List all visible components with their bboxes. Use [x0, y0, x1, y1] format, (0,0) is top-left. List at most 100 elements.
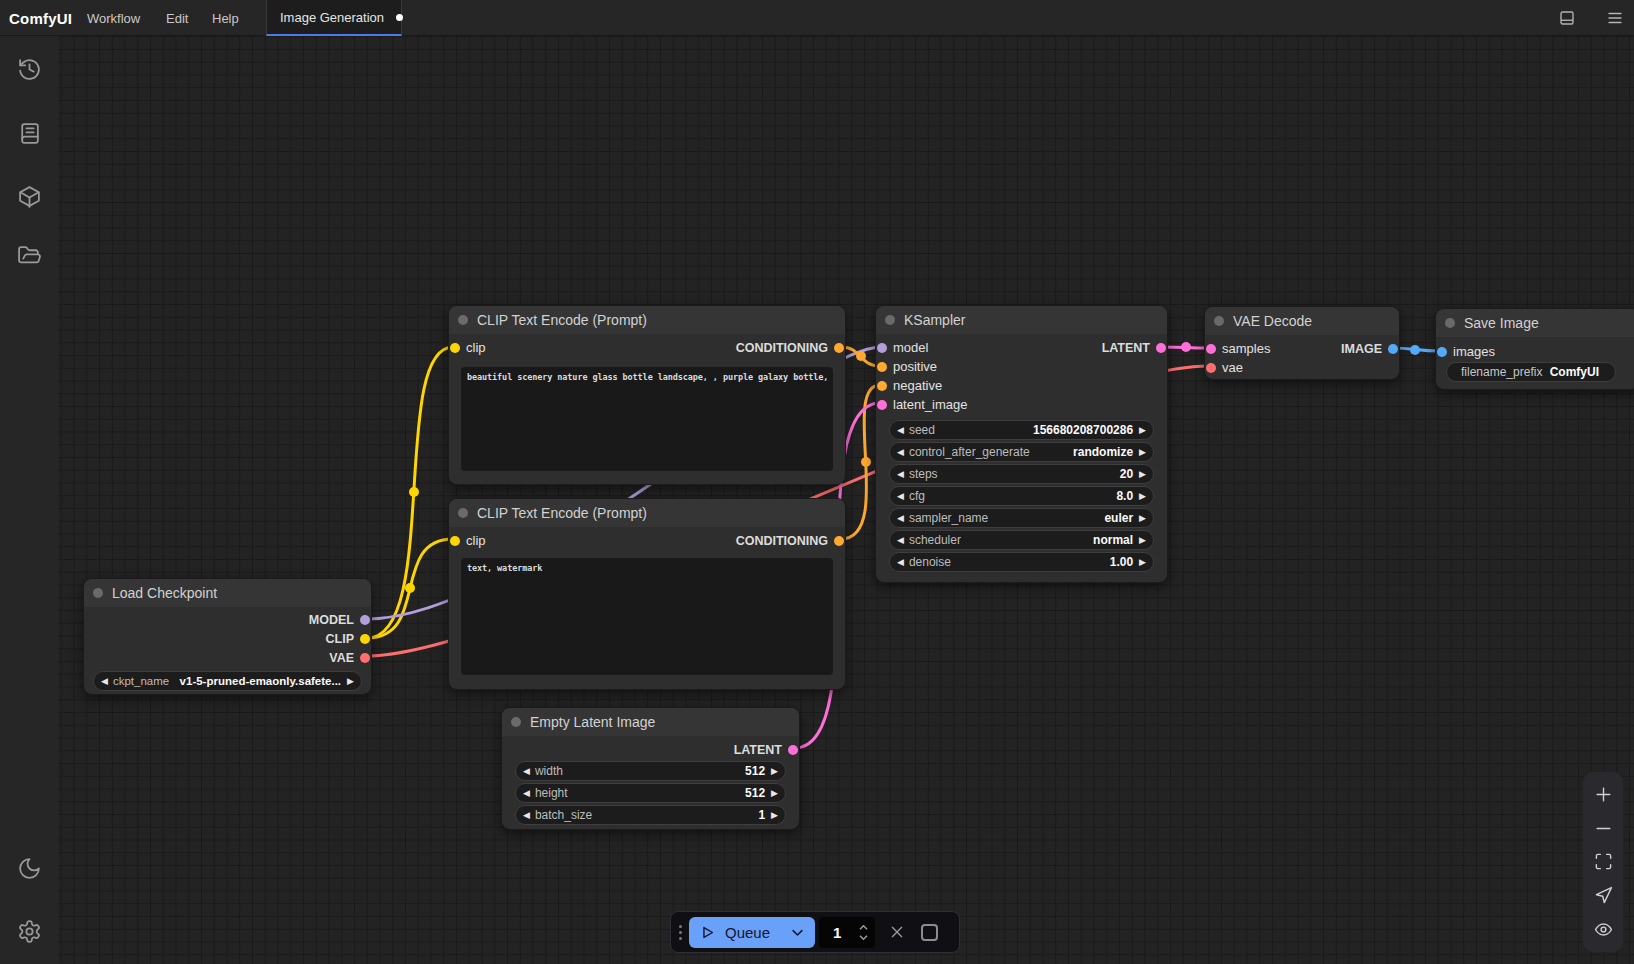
input-slot-model[interactable]: model: [877, 340, 928, 355]
decrement-arrow[interactable]: ◀: [897, 558, 904, 567]
tab-image-generation[interactable]: Image Generation: [266, 0, 402, 36]
node-graph-canvas[interactable]: Load Checkpoint MODEL CLIP VAE ◀ ckpt_na…: [0, 0, 1634, 964]
widget-height[interactable]: ◀ height 512 ▶: [515, 783, 786, 803]
input-dot-images[interactable]: [1437, 347, 1447, 357]
input-dot-clip[interactable]: [450, 343, 460, 353]
theme-toggle-moon-icon[interactable]: [17, 856, 42, 881]
drag-handle[interactable]: [678, 925, 682, 940]
node-library-icon[interactable]: [17, 121, 42, 146]
node-ksampler[interactable]: KSampler model LATENT positive negative: [875, 305, 1168, 583]
node-clip-text-encode-negative[interactable]: CLIP Text Encode (Prompt) clip CONDITION…: [448, 498, 846, 690]
widget-cfg[interactable]: ◀ cfg 8.0 ▶: [889, 486, 1154, 506]
zoom-out-icon[interactable]: [1594, 819, 1613, 838]
toggle-visibility-icon[interactable]: [1594, 920, 1613, 939]
node-header[interactable]: Load Checkpoint: [84, 579, 371, 607]
prompt-text-area[interactable]: text, watermark: [461, 558, 833, 675]
node-header[interactable]: CLIP Text Encode (Prompt): [449, 306, 845, 334]
node-save-image[interactable]: Save Image images filename_prefix ComfyU…: [1435, 308, 1634, 390]
collapse-dot[interactable]: [511, 717, 521, 727]
node-header[interactable]: Save Image: [1436, 309, 1634, 337]
widget-ckpt-name[interactable]: ◀ ckpt_name v1-5-pruned-emaonly.safete..…: [93, 671, 362, 691]
decrement-arrow[interactable]: ◀: [897, 536, 904, 545]
increment-arrow[interactable]: ▶: [1139, 426, 1146, 435]
decrement-arrow[interactable]: ◀: [101, 677, 108, 686]
widget-denoise[interactable]: ◀ denoise 1.00 ▶: [889, 552, 1154, 572]
menu-help[interactable]: Help: [212, 0, 239, 36]
node-empty-latent-image[interactable]: Empty Latent Image LATENT ◀ width 512 ▶ …: [501, 707, 800, 830]
decrement-arrow[interactable]: ◀: [897, 448, 904, 457]
select-mode-icon[interactable]: [1594, 886, 1613, 905]
input-dot-vae[interactable]: [1206, 363, 1216, 373]
node-clip-text-encode-positive[interactable]: CLIP Text Encode (Prompt) clip CONDITION…: [448, 305, 846, 485]
decrement-arrow[interactable]: ◀: [897, 426, 904, 435]
input-dot-latent-image[interactable]: [877, 400, 887, 410]
bottom-panel-icon[interactable]: [1558, 9, 1576, 27]
input-dot-negative[interactable]: [877, 381, 887, 391]
node-header[interactable]: KSampler: [876, 306, 1167, 334]
widget-steps[interactable]: ◀ steps 20 ▶: [889, 464, 1154, 484]
decrement-arrow[interactable]: ◀: [523, 789, 530, 798]
zoom-in-icon[interactable]: [1594, 785, 1613, 804]
decrement-arrow[interactable]: ◀: [897, 492, 904, 501]
increment-arrow[interactable]: ▶: [771, 811, 778, 820]
settings-gear-icon[interactable]: [17, 919, 42, 944]
output-dot-conditioning[interactable]: [834, 536, 844, 546]
input-dot-samples[interactable]: [1206, 344, 1216, 354]
output-dot-model[interactable]: [360, 615, 370, 625]
node-vae-decode[interactable]: VAE Decode samples IMAGE vae: [1204, 306, 1400, 380]
output-dot-latent[interactable]: [1156, 343, 1166, 353]
node-header[interactable]: VAE Decode: [1205, 307, 1399, 335]
history-icon[interactable]: [17, 57, 42, 82]
node-header[interactable]: CLIP Text Encode (Prompt): [449, 499, 845, 527]
decrement-arrow[interactable]: ◀: [897, 470, 904, 479]
node-header[interactable]: Empty Latent Image: [502, 708, 799, 736]
collapse-dot[interactable]: [1445, 318, 1455, 328]
widget-filename-prefix[interactable]: filename_prefix ComfyUI: [1446, 362, 1616, 382]
output-slot-vae[interactable]: VAE: [329, 651, 370, 665]
hamburger-menu-icon[interactable]: [1606, 9, 1624, 27]
input-dot-model[interactable]: [877, 343, 887, 353]
decrement-icon[interactable]: [858, 934, 869, 941]
cancel-icon[interactable]: [889, 924, 905, 940]
increment-arrow[interactable]: ▶: [771, 767, 778, 776]
input-dot-positive[interactable]: [877, 362, 887, 372]
input-slot-clip[interactable]: clip: [450, 340, 486, 355]
widget-batch-size[interactable]: ◀ batch_size 1 ▶: [515, 805, 786, 825]
widget-width[interactable]: ◀ width 512 ▶: [515, 761, 786, 781]
input-dot-clip[interactable]: [450, 536, 460, 546]
input-slot-negative[interactable]: negative: [877, 378, 942, 393]
menu-edit[interactable]: Edit: [166, 0, 188, 36]
model-library-icon[interactable]: [17, 184, 42, 209]
increment-arrow[interactable]: ▶: [1139, 492, 1146, 501]
decrement-arrow[interactable]: ◀: [523, 811, 530, 820]
output-dot-conditioning[interactable]: [834, 343, 844, 353]
input-slot-vae[interactable]: vae: [1206, 360, 1243, 375]
input-slot-latent-image[interactable]: latent_image: [877, 397, 967, 412]
increment-icon[interactable]: [858, 924, 869, 931]
collapse-dot[interactable]: [885, 315, 895, 325]
input-slot-clip[interactable]: clip: [450, 533, 486, 548]
increment-arrow[interactable]: ▶: [1139, 536, 1146, 545]
fit-view-icon[interactable]: [1594, 852, 1613, 871]
output-slot-model[interactable]: MODEL: [309, 613, 370, 627]
output-slot-conditioning[interactable]: CONDITIONING: [736, 341, 844, 355]
input-slot-images[interactable]: images: [1437, 344, 1495, 359]
increment-arrow[interactable]: ▶: [1139, 448, 1146, 457]
output-slot-image[interactable]: IMAGE: [1341, 342, 1398, 356]
widget-scheduler[interactable]: ◀ scheduler normal ▶: [889, 530, 1154, 550]
input-slot-positive[interactable]: positive: [877, 359, 937, 374]
menu-workflow[interactable]: Workflow: [87, 0, 140, 36]
widget-seed[interactable]: ◀ seed 156680208700286 ▶: [889, 420, 1154, 440]
output-dot-image[interactable]: [1388, 344, 1398, 354]
increment-arrow[interactable]: ▶: [1139, 470, 1146, 479]
node-load-checkpoint[interactable]: Load Checkpoint MODEL CLIP VAE ◀ ckpt_na…: [83, 578, 372, 695]
batch-count-input[interactable]: 1: [819, 917, 875, 948]
output-dot-latent[interactable]: [788, 745, 798, 755]
increment-arrow[interactable]: ▶: [1139, 514, 1146, 523]
prompt-text-area[interactable]: beautiful scenery nature glass bottle la…: [461, 367, 833, 471]
output-slot-conditioning[interactable]: CONDITIONING: [736, 534, 844, 548]
collapse-dot[interactable]: [458, 508, 468, 518]
output-slot-latent[interactable]: LATENT: [1102, 341, 1166, 355]
input-slot-samples[interactable]: samples: [1206, 341, 1270, 356]
increment-arrow[interactable]: ▶: [771, 789, 778, 798]
